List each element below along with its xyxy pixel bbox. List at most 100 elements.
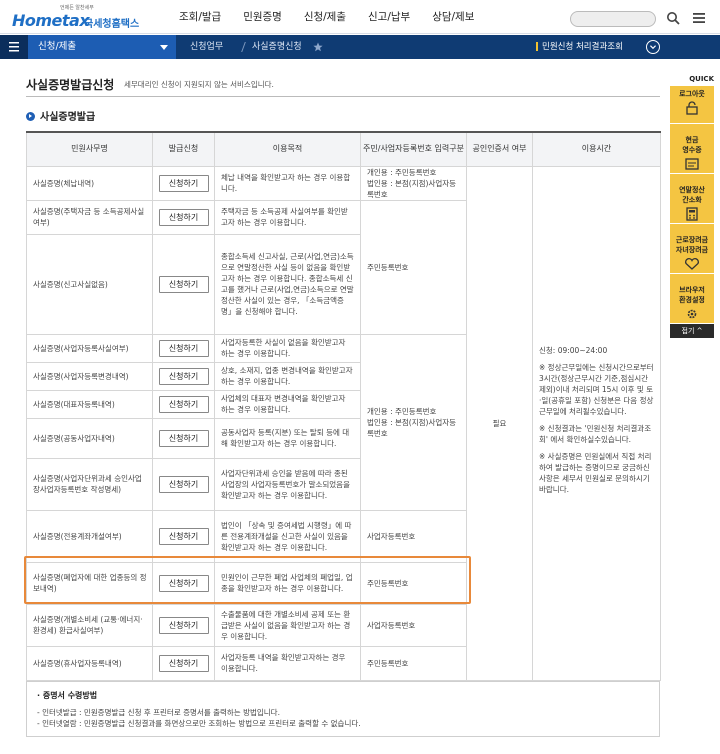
result-inquiry-link[interactable]: 민원신청 처리결과조회 bbox=[536, 35, 623, 59]
apply-cell: 신청하기 bbox=[152, 603, 215, 647]
id-type-text: 사업자등록번호 bbox=[360, 603, 467, 647]
quick-browser-settings[interactable]: 브라우저 환경설정 bbox=[670, 274, 714, 324]
apply-button[interactable]: 신청하기 bbox=[158, 395, 209, 413]
apply-cell: 신청하기 bbox=[152, 417, 215, 459]
page-title: 사실증명발급신청 bbox=[26, 78, 115, 92]
cert-name-link[interactable]: 사실증명(사업자등록변경내역) bbox=[26, 361, 153, 391]
quick-year-end-label: 연말정산 간소화 bbox=[679, 186, 705, 204]
gnb-item-certificates[interactable]: 민원증명 bbox=[232, 0, 293, 34]
id-type-text: 주민등록번호 bbox=[360, 199, 467, 335]
service-hours-note: ※ 사실증명은 민원실에서 직접 처리하여 발급하는 증명이므로 궁금하신 사항… bbox=[539, 452, 652, 494]
quick-logout[interactable]: 로그아웃 bbox=[670, 86, 714, 124]
cert-name-link[interactable]: 사실증명(대표자등록내역) bbox=[26, 389, 153, 419]
col-header-purpose: 이용목적 bbox=[214, 131, 361, 167]
gnb-item-lookup[interactable]: 조회/발급 bbox=[168, 0, 232, 34]
cert-required-text: 필요 bbox=[466, 165, 533, 681]
apply-cell: 신청하기 bbox=[152, 561, 215, 605]
calculator-icon bbox=[686, 207, 698, 221]
apply-button[interactable]: 신청하기 bbox=[158, 367, 209, 385]
quick-menu-title: QUICK bbox=[689, 75, 714, 83]
notice-box: · 증명서 수령방법 - 인터넷발급 : 민원증명발급 신청 후 프린터로 증명… bbox=[26, 681, 660, 737]
menu-icon bbox=[9, 42, 19, 52]
logo-wordmark: Hometax bbox=[12, 11, 90, 30]
table-header-row: 민원사무명 발급신청 이용목적 주민/사업자등록번호 입력구분 공인인증서 여부… bbox=[26, 131, 661, 167]
cert-name-link[interactable]: 사실증명(공동사업자내역) bbox=[26, 417, 153, 459]
apply-button[interactable]: 신청하기 bbox=[158, 527, 209, 545]
apply-cell: 신청하기 bbox=[152, 165, 215, 201]
service-hours-note: ※ 정상근무일에는 신청시간으로부터 3시간(정상근무시간 기준,점심시간 제외… bbox=[539, 363, 654, 416]
cert-name-link[interactable]: 사실증명(체납내역) bbox=[26, 165, 153, 201]
gnb-item-report-pay[interactable]: 신고/납부 bbox=[357, 0, 421, 34]
service-hours-main: 신청: 09:00~24:00 bbox=[539, 346, 608, 355]
apply-cell: 신청하기 bbox=[152, 509, 215, 563]
gear-icon bbox=[687, 309, 697, 319]
section-title-label: 사실증명발급 bbox=[40, 112, 96, 123]
quick-collapse-button[interactable]: 접기 ^ bbox=[670, 324, 714, 338]
col-header-id-type: 주민/사업자등록번호 입력구분 bbox=[360, 131, 467, 167]
apply-button[interactable]: 신청하기 bbox=[158, 339, 209, 357]
purpose-text: 사업체의 대표자 변경내역을 확인받고자 하는 경우 이용합니다. bbox=[214, 389, 361, 419]
cert-name-link[interactable]: 사실증명(휴사업자등록내역) bbox=[26, 645, 153, 681]
nav-section-dropdown[interactable]: 신청/제출 bbox=[28, 35, 176, 59]
quick-logout-label: 로그아웃 bbox=[679, 90, 705, 98]
id-type-text: 개인용 : 주민등록번호 법인용 : 본점(지점)사업자등록번호 bbox=[360, 333, 467, 511]
col-header-name: 민원사무명 bbox=[26, 131, 153, 167]
purpose-text: 수출물품에 대한 개별소비세 공제 또는 환급받은 사실이 없음을 확인받고자 … bbox=[214, 603, 361, 647]
menu-icon[interactable] bbox=[692, 11, 706, 25]
logo-tagline: 언제든 알찬세무 bbox=[60, 5, 94, 11]
quick-incentive-label: 근로장려금 자녀장려금 bbox=[675, 236, 709, 254]
apply-button[interactable]: 신청하기 bbox=[158, 574, 209, 592]
apply-cell: 신청하기 bbox=[152, 199, 215, 235]
service-hours: 신청: 09:00~24:00 ※ 정상근무일에는 신청시간으로부터 3시간(정… bbox=[532, 165, 661, 681]
quick-cash-receipt[interactable]: 현금 영수증 bbox=[670, 124, 714, 174]
service-hours-note: ※ 신청결과는 '민원신청 처리결과조회' 에서 확인하실수있습니다. bbox=[539, 424, 652, 444]
apply-button[interactable]: 신청하기 bbox=[158, 654, 209, 672]
search-input[interactable] bbox=[570, 11, 656, 27]
quick-year-end[interactable]: 연말정산 간소화 bbox=[670, 174, 714, 224]
notice-title: · 증명서 수령방법 bbox=[37, 691, 98, 700]
purpose-text: 체납 내역을 확인받고자 하는 경우 이용합니다. bbox=[214, 165, 361, 201]
page-note: 세무대리인 신청이 지원되지 않는 서비스입니다. bbox=[124, 80, 274, 89]
purpose-text: 종합소득세 신고사실, 근로(사업,연금)소득으로 연말정산한 사실 등이 없음… bbox=[214, 233, 361, 335]
apply-button[interactable]: 신청하기 bbox=[158, 475, 209, 493]
apply-button[interactable]: 신청하기 bbox=[158, 174, 209, 192]
cert-name-link[interactable]: 사실증명(사업자등록사실여부) bbox=[26, 333, 153, 363]
id-type-text: 주민등록번호 bbox=[360, 561, 467, 605]
apply-button[interactable]: 신청하기 bbox=[158, 616, 209, 634]
cert-name-link[interactable]: 사실증명(전용계좌개설여부) bbox=[26, 509, 153, 563]
cert-name-link[interactable]: 사실증명(사업자단위과세 승인사업장사업자등록번호 작성명세) bbox=[26, 457, 153, 511]
apply-button[interactable]: 신청하기 bbox=[158, 275, 209, 293]
breadcrumb-item[interactable]: 신청업무 bbox=[190, 35, 223, 59]
hometax-logo[interactable]: 언제든 알찬세무 Hometax 국세청홈택스 bbox=[8, 4, 158, 32]
nav-home-button[interactable] bbox=[0, 35, 28, 59]
cert-name-link[interactable]: 사실증명(신고사실없음) bbox=[26, 233, 153, 335]
purpose-text: 사업자등록 내역을 확인받고자하는 경우 이용합니다. bbox=[214, 645, 361, 681]
cert-name-link[interactable]: 사실증명(개별소비세 (교통·에너지·환경세) 환급사실여부) bbox=[26, 603, 153, 647]
section-title: 사실증명발급 bbox=[26, 108, 95, 123]
search-icon[interactable] bbox=[666, 11, 680, 25]
apply-cell: 신청하기 bbox=[152, 457, 215, 511]
table-row: 사실증명(체납내역) 신청하기 체납 내역을 확인받고자 하는 경우 이용합니다… bbox=[26, 165, 661, 681]
certificate-table: 민원사무명 발급신청 이용목적 주민/사업자등록번호 입력구분 공인인증서 여부… bbox=[26, 131, 661, 681]
cert-name-link[interactable]: 사실증명(주택자금 등 소득공제사실여부) bbox=[26, 199, 153, 235]
col-header-time: 이용시간 bbox=[532, 131, 661, 167]
apply-button[interactable]: 신청하기 bbox=[158, 208, 209, 226]
quick-incentive[interactable]: 근로장려금 자녀장려금 bbox=[670, 224, 714, 274]
receipt-icon bbox=[685, 158, 699, 170]
notice-line: - 인터넷열람 : 민원증명발급 신청결과를 화면상으로만 조회하는 방법으로 … bbox=[37, 719, 361, 728]
purpose-text: 민원인이 근무한 폐업 사업체의 폐업일, 업종을 확인받고자 하는 경우 이용… bbox=[214, 561, 361, 605]
breadcrumb-current[interactable]: 사실증명신청 bbox=[252, 35, 302, 59]
play-circle-icon bbox=[26, 112, 35, 121]
divider bbox=[26, 96, 660, 97]
chevron-down-icon[interactable] bbox=[646, 40, 660, 54]
id-type-text: 사업자등록번호 bbox=[360, 509, 467, 563]
purpose-text: 공동사업자 등록(지분) 또는 탈퇴 등에 대해 확인받고자 하는 경우 이용합… bbox=[214, 417, 361, 459]
gnb-item-apply[interactable]: 신청/제출 bbox=[293, 0, 357, 34]
quick-browser-settings-label: 브라우저 환경설정 bbox=[679, 286, 705, 304]
apply-button[interactable]: 신청하기 bbox=[158, 429, 209, 447]
purpose-text: 상호, 소재지, 업종 변경내역을 확인받고자 하는 경우 이용합니다. bbox=[214, 361, 361, 391]
star-icon[interactable] bbox=[313, 42, 323, 52]
gnb-item-consult[interactable]: 상담/제보 bbox=[421, 0, 485, 34]
purpose-text: 법인이 「상속 및 증여세법 시행령」에 따른 전용계좌개설을 신고한 사실이 … bbox=[214, 509, 361, 563]
cert-name-link[interactable]: 사실증명(폐업자에 대한 업종등의 정보내역) bbox=[26, 561, 153, 605]
